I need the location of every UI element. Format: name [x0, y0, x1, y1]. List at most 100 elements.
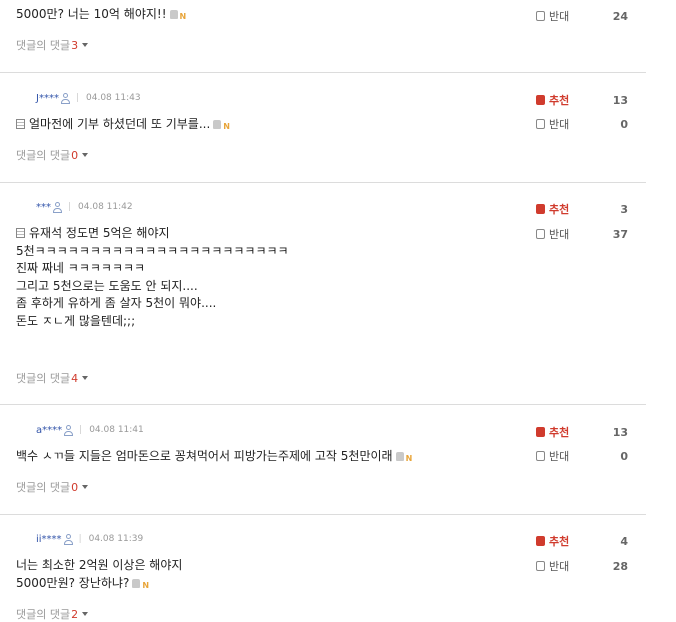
- oppose-label: 반대: [549, 10, 570, 23]
- meta-separator: |: [75, 93, 79, 103]
- reply-count: 3: [71, 38, 79, 52]
- thumb-up-icon: [536, 204, 545, 214]
- oppose-count: 37: [612, 227, 628, 241]
- reply-label: 댓글의 댓글: [16, 372, 71, 385]
- recommend-count: 13: [612, 425, 628, 439]
- comment-text-line: 5000만? 너는 10억 해야지!!: [16, 7, 167, 21]
- comment-text-line: 너는 최소한 2억원 이상은 해야지: [16, 558, 183, 572]
- reply-toggle[interactable]: 댓글의 댓글 0: [16, 147, 89, 163]
- comment-body: 백수 ㅅㄲ들 지들은 엄마돈으로 꽁쳐먹어서 피방가는주제에 고작 5천만이래 N: [16, 448, 412, 468]
- reply-count: 0: [71, 480, 79, 494]
- comment-body: 유재석 정도면 5억은 해야지 5천ㅋㅋㅋㅋㅋㅋㅋㅋㅋㅋㅋㅋㅋㅋㅋㅋㅋㅋㅋㅋㅋㅋ…: [16, 225, 289, 330]
- chevron-down-icon: [82, 153, 89, 157]
- recommend-label: 추천: [549, 203, 570, 216]
- thumb-down-icon: [536, 11, 545, 21]
- comment-text-line: 5천ㅋㅋㅋㅋㅋㅋㅋㅋㅋㅋㅋㅋㅋㅋㅋㅋㅋㅋㅋㅋㅋㅋㅋ: [16, 243, 289, 258]
- comment-meta: a**** | 04.08 11:41: [36, 423, 144, 437]
- comment-text-line: 좀 후하게 유하게 좀 살자 5천이 뭐야....: [16, 296, 217, 310]
- oppose-button[interactable]: 반대 0: [536, 116, 628, 132]
- chevron-down-icon: [82, 43, 89, 47]
- divider: [0, 404, 646, 405]
- oppose-count: 0: [620, 449, 628, 463]
- reply-label: 댓글의 댓글: [16, 39, 71, 52]
- reply-label: 댓글의 댓글: [16, 149, 71, 162]
- reply-toggle[interactable]: 댓글의 댓글 4: [16, 370, 89, 386]
- oppose-button[interactable]: 반대 37: [536, 226, 628, 242]
- lock-icon: [169, 10, 178, 19]
- document-icon: [16, 228, 25, 238]
- recommend-label: 추천: [549, 426, 570, 439]
- reply-label: 댓글의 댓글: [16, 608, 71, 621]
- thumb-up-icon: [536, 427, 545, 437]
- meta-separator: |: [68, 202, 72, 212]
- comment-date: 04.08 11:43: [86, 93, 141, 103]
- comment-text-line: 그리고 5천으로는 도움도 안 되지....: [16, 278, 198, 293]
- recommend-button[interactable]: 추천 3: [536, 201, 628, 217]
- username[interactable]: ***: [36, 202, 51, 213]
- lock-icon: [132, 578, 141, 588]
- document-icon: [16, 119, 25, 129]
- lock-icon: [213, 120, 222, 129]
- comment-date: 04.08 11:39: [88, 534, 144, 544]
- chevron-down-icon: [82, 376, 89, 380]
- new-icon: N: [405, 454, 413, 463]
- recommend-label: 추천: [549, 94, 570, 107]
- meta-separator: |: [78, 534, 82, 544]
- badge-icons: N: [132, 576, 149, 595]
- username[interactable]: J****: [36, 93, 59, 104]
- oppose-button[interactable]: 반대 24: [536, 8, 628, 24]
- oppose-count: 28: [612, 559, 628, 573]
- thumb-up-icon: [536, 536, 545, 546]
- reply-count: 4: [71, 371, 79, 385]
- divider: [0, 72, 646, 73]
- comment-text-line: 유재석 정도면 5억은 해야지: [29, 226, 170, 240]
- oppose-button[interactable]: 반대 28: [536, 558, 628, 574]
- comment-date: 04.08 11:41: [89, 425, 144, 435]
- comment-text-line: 백수 ㅅㄲ들 지들은 엄마돈으로 꽁쳐먹어서 피방가는주제에 고작 5천만이래: [16, 449, 393, 463]
- comment-body: 얼마전에 기부 하셨던데 또 기부를... N: [16, 116, 230, 136]
- new-icon: N: [223, 122, 230, 131]
- chevron-down-icon: [82, 485, 89, 489]
- oppose-label: 반대: [549, 118, 570, 131]
- comment-meta: ii**** | 04.08 11:39: [36, 532, 143, 546]
- comment-date: 04.08 11:42: [78, 202, 133, 212]
- reply-toggle[interactable]: 댓글의 댓글 3: [16, 37, 89, 53]
- oppose-label: 반대: [549, 228, 570, 241]
- comment-meta: J**** | 04.08 11:43: [36, 91, 141, 105]
- thumb-down-icon: [536, 229, 545, 239]
- divider: [0, 514, 646, 515]
- comment-text-line: 얼마전에 기부 하셨던데 또 기부를...: [29, 117, 211, 131]
- comment-text-line: 5000만원? 장난하냐?: [16, 575, 130, 590]
- comment-meta: *** | 04.08 11:42: [36, 200, 133, 214]
- recommend-button[interactable]: 추천 13: [536, 92, 628, 108]
- comment-body: 너는 최소한 2억원 이상은 해야지 5000만원? 장난하냐? N: [16, 557, 182, 594]
- chevron-down-icon: [82, 612, 89, 616]
- reply-toggle[interactable]: 댓글의 댓글 2: [16, 606, 89, 622]
- recommend-count: 3: [620, 202, 628, 216]
- oppose-label: 반대: [549, 450, 570, 463]
- oppose-label: 반대: [549, 560, 570, 573]
- comment-body: 5000만? 너는 10억 해야지!! N: [16, 6, 186, 26]
- user-icon: [64, 424, 74, 436]
- oppose-count: 24: [612, 9, 628, 23]
- recommend-button[interactable]: 추천 13: [536, 424, 628, 440]
- lock-icon: [395, 452, 404, 461]
- thumb-down-icon: [536, 119, 545, 129]
- comment-text-line: 진짜 짜네 ㅋㅋㅋㅋㅋㅋㅋ: [16, 261, 146, 275]
- recommend-count: 4: [620, 534, 628, 548]
- username[interactable]: ii****: [36, 534, 62, 545]
- badge-icons: N: [395, 449, 413, 468]
- reply-label: 댓글의 댓글: [16, 481, 71, 494]
- badge-icons: N: [213, 117, 230, 136]
- thumb-up-icon: [536, 95, 545, 105]
- user-icon: [63, 533, 73, 545]
- thumb-down-icon: [536, 451, 545, 461]
- user-icon: [53, 201, 62, 213]
- recommend-button[interactable]: 추천 4: [536, 533, 628, 549]
- badge-icons: N: [169, 7, 187, 26]
- comment-text-line: 돈도 ㅈㄴ게 많을텐데;;;: [16, 313, 136, 328]
- username[interactable]: a****: [36, 425, 62, 436]
- oppose-button[interactable]: 반대 0: [536, 448, 628, 464]
- reply-toggle[interactable]: 댓글의 댓글 0: [16, 479, 89, 495]
- new-icon: N: [179, 12, 187, 21]
